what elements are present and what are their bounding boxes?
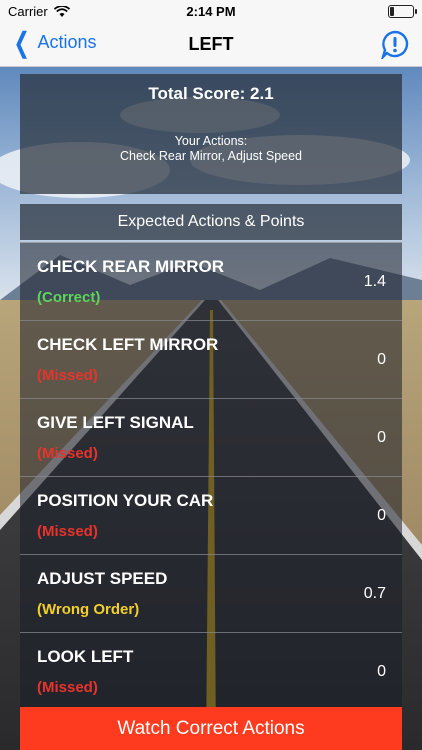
action-status: (Missed) xyxy=(37,367,98,384)
action-row[interactable]: ADJUST SPEED (Wrong Order) 0.7 xyxy=(20,554,402,633)
page-title: LEFT xyxy=(188,34,234,54)
action-status: (Wrong Order) xyxy=(37,601,140,618)
action-points: 1.4 xyxy=(363,273,386,290)
action-status: (Correct) xyxy=(37,289,101,306)
action-points: 0 xyxy=(377,507,386,524)
navigation-bar: ❮ Actions LEFT xyxy=(0,22,422,67)
total-score: Total Score: 2.1 xyxy=(148,84,274,103)
action-name: ADJUST SPEED xyxy=(37,569,168,588)
action-row[interactable]: GIVE LEFT SIGNAL (Missed) 0 xyxy=(20,398,402,477)
your-actions: Your Actions: Check Rear Mirror, Adjust … xyxy=(20,134,402,164)
action-points: 0 xyxy=(377,429,386,446)
your-actions-label: Your Actions: xyxy=(174,134,248,148)
action-row[interactable]: POSITION YOUR CAR (Missed) 0 xyxy=(20,476,402,555)
watch-correct-actions-button[interactable]: Watch Correct Actions xyxy=(20,707,402,750)
action-points: 0 xyxy=(377,351,386,368)
status-time: 2:14 PM xyxy=(186,4,236,19)
action-status: (Missed) xyxy=(37,679,98,696)
action-points: 0 xyxy=(377,663,386,680)
action-row[interactable]: CHECK LEFT MIRROR (Missed) 0 xyxy=(20,320,402,399)
action-status: (Missed) xyxy=(37,445,98,462)
score-panel: Total Score: 2.1 Your Actions: Check Rea… xyxy=(20,74,402,194)
action-name: CHECK REAR MIRROR xyxy=(37,257,224,276)
your-actions-list: Check Rear Mirror, Adjust Speed xyxy=(119,149,303,163)
status-bar: Carrier 2:14 PM xyxy=(0,0,422,22)
action-name: CHECK LEFT MIRROR xyxy=(37,335,219,354)
action-row[interactable]: LOOK LEFT (Missed) 0 xyxy=(20,632,402,711)
action-name: LOOK LEFT xyxy=(37,647,134,666)
battery-icon xyxy=(388,5,417,18)
alert-icon[interactable] xyxy=(380,29,410,59)
action-row[interactable]: CHECK REAR MIRROR (Correct) 1.4 xyxy=(20,242,402,321)
action-status: (Missed) xyxy=(37,523,98,540)
action-name: GIVE LEFT SIGNAL xyxy=(37,413,194,432)
action-points: 0.7 xyxy=(363,585,386,602)
action-name: POSITION YOUR CAR xyxy=(37,491,214,510)
expected-actions-header: Expected Actions & Points xyxy=(20,204,402,240)
